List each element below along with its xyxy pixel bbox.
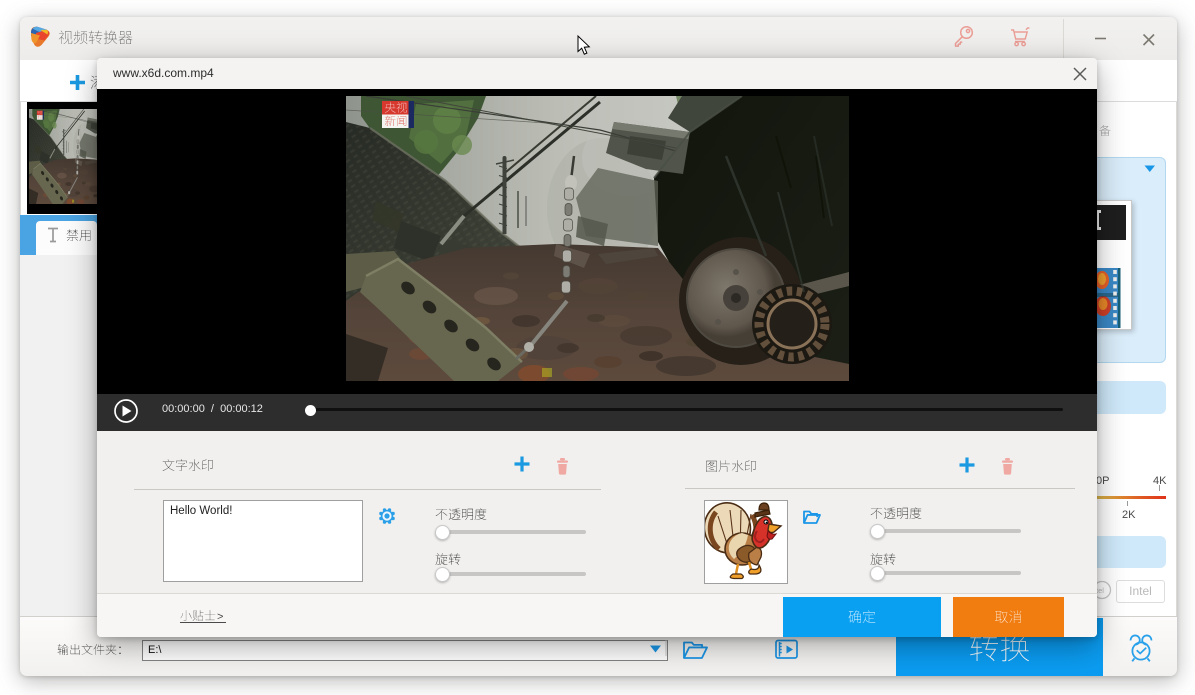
svg-text:>: >	[217, 611, 223, 623]
